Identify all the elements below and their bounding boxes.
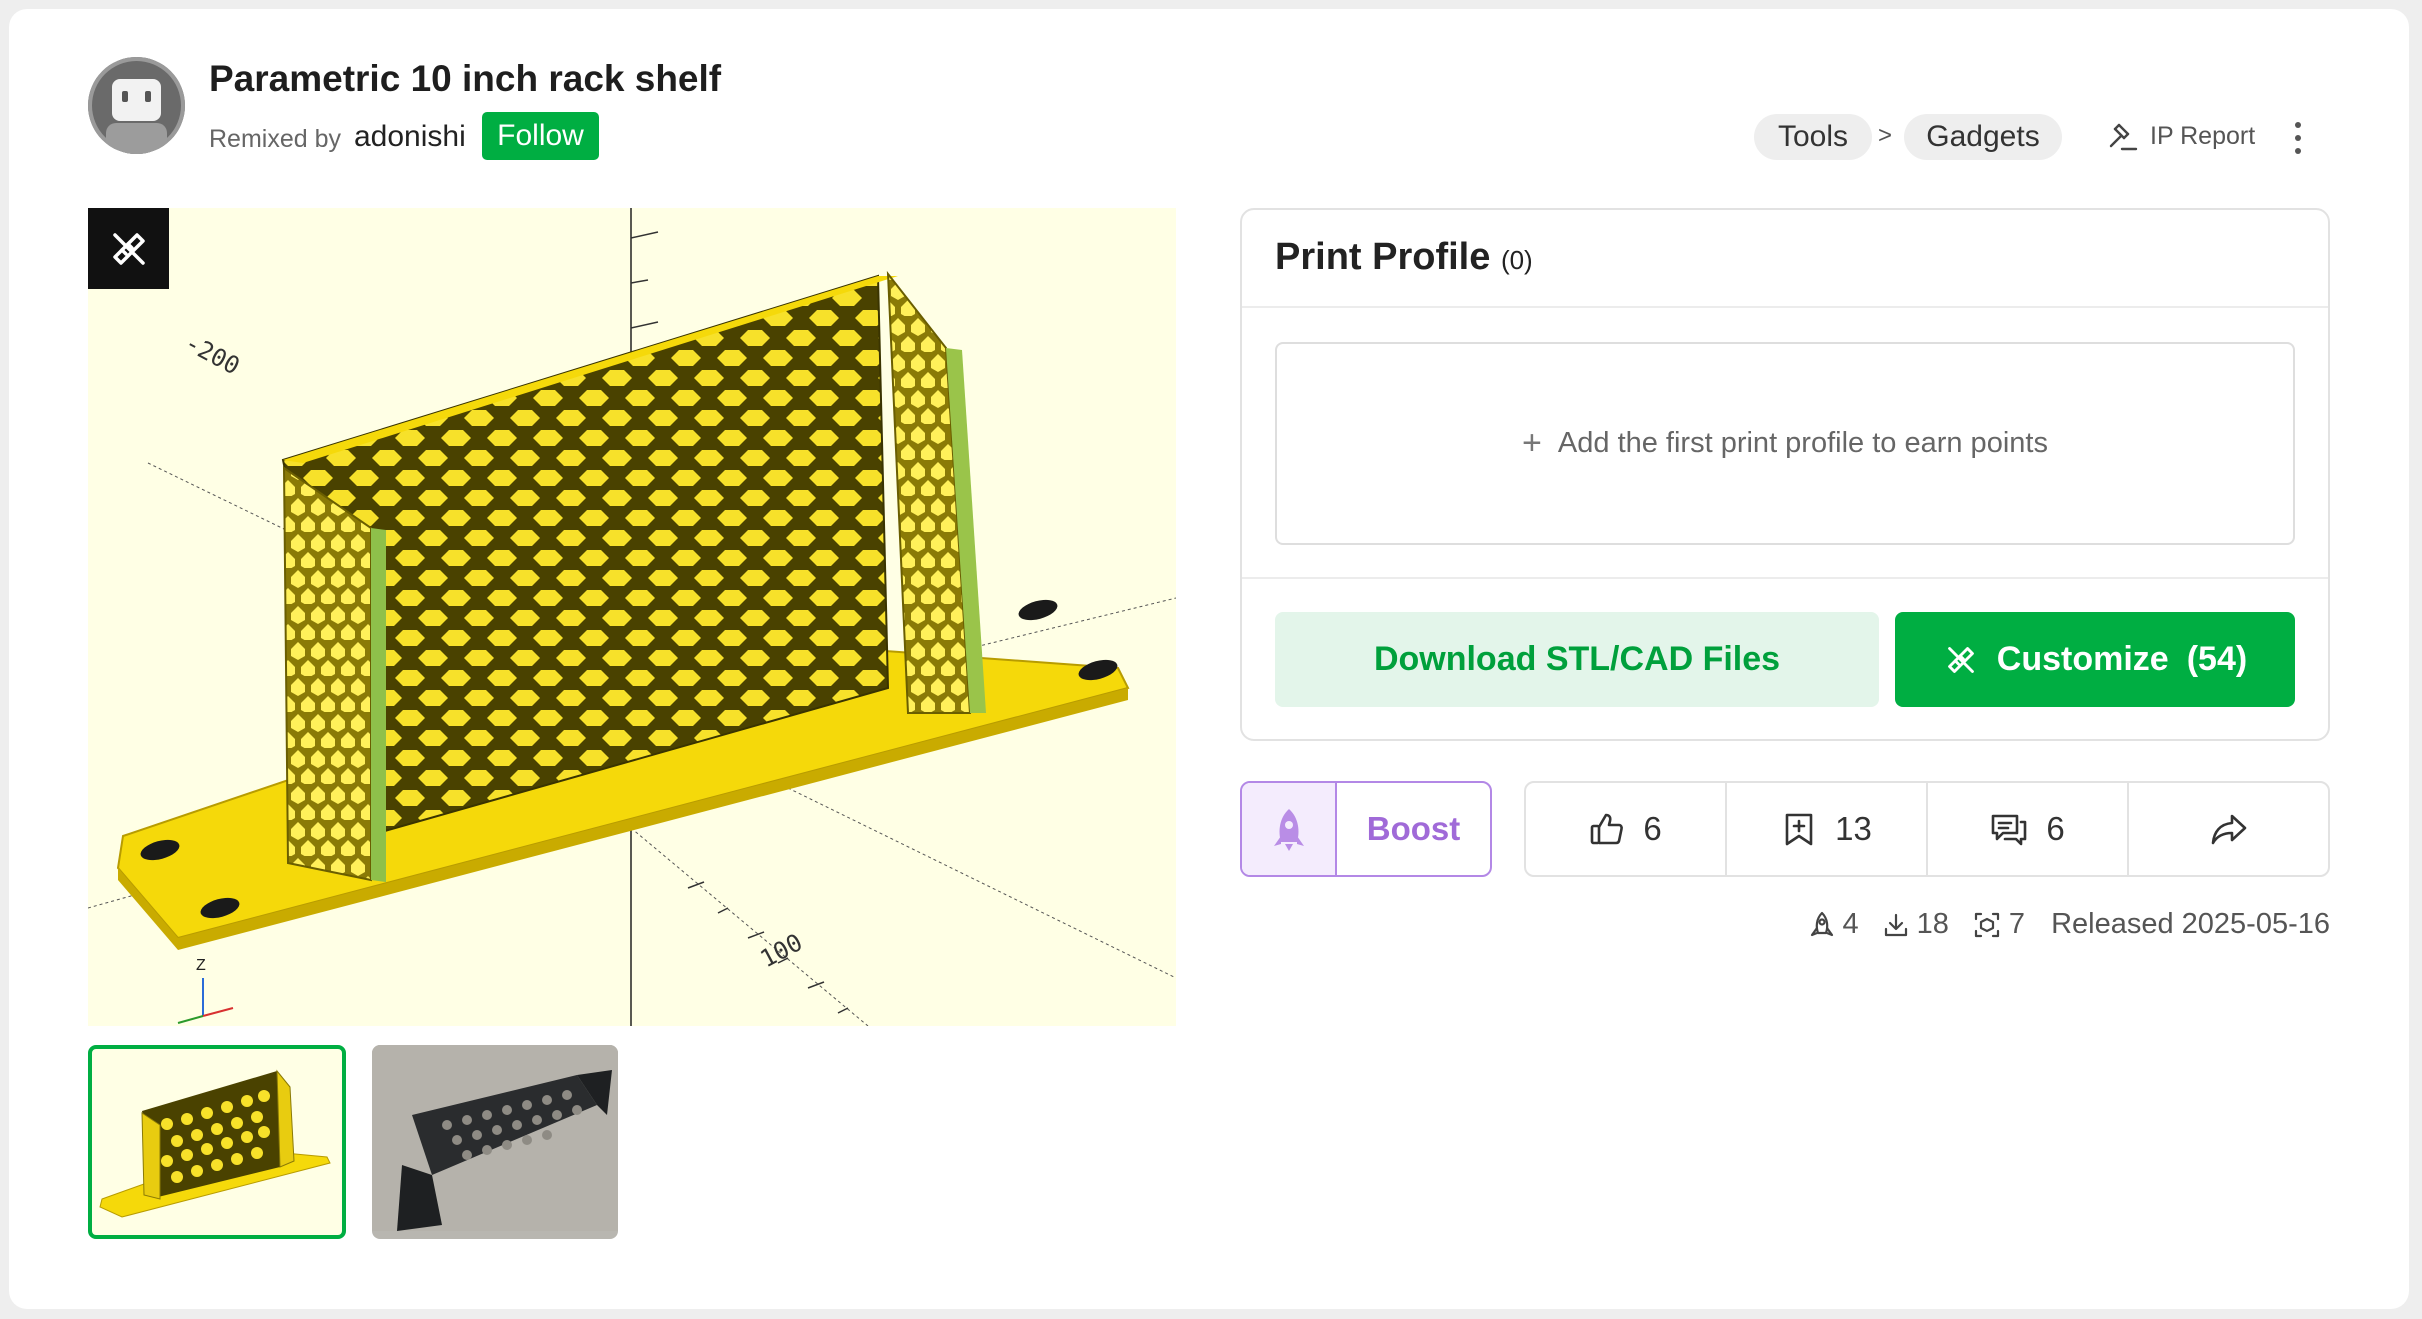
page-title: Parametric 10 inch rack shelf bbox=[209, 58, 722, 99]
boost-label: Boost bbox=[1366, 810, 1461, 847]
comment-count: 6 bbox=[2046, 810, 2065, 847]
like-button[interactable]: 6 bbox=[1526, 783, 1727, 875]
panel-divider-bottom bbox=[1242, 577, 2328, 579]
model-preview-viewer[interactable]: -200 100 Z bbox=[88, 208, 1176, 1026]
thumbnail-photo[interactable] bbox=[372, 1045, 618, 1239]
release-date: Released 2025-05-16 bbox=[2051, 908, 2330, 940]
share-button[interactable] bbox=[2129, 783, 2328, 875]
print-profile-title: Print Profile (0) bbox=[1275, 236, 1533, 279]
ruler-pencil-icon bbox=[1947, 646, 1974, 673]
breadcrumb-tools[interactable]: Tools bbox=[1754, 114, 1872, 160]
add-print-profile-button[interactable]: + Add the first print profile to earn po… bbox=[1275, 342, 2295, 545]
breadcrumb-gadgets[interactable]: Gadgets bbox=[1904, 114, 2062, 160]
author-name-link[interactable]: adonishi bbox=[354, 120, 466, 154]
plus-icon: + bbox=[1522, 424, 1542, 462]
thumbs-up-icon bbox=[1591, 813, 1624, 845]
customize-count: (54) bbox=[2186, 640, 2248, 678]
ip-report-label: IP Report bbox=[2150, 121, 2256, 150]
boost-button[interactable]: Boost bbox=[1240, 781, 1492, 877]
follow-button[interactable]: Follow bbox=[482, 112, 599, 160]
share-icon bbox=[2211, 814, 2246, 845]
bookmark-add-icon bbox=[1785, 813, 1813, 846]
boost-count: 4 bbox=[1842, 908, 1859, 940]
ip-report-button[interactable]: IP Report bbox=[2106, 120, 2255, 152]
model-meta: 4 18 7 Released 2025-05-16 bbox=[1809, 908, 2330, 941]
customizable-badge[interactable] bbox=[88, 208, 169, 289]
boost-count-meta: 4 bbox=[1809, 908, 1859, 941]
robot-icon bbox=[106, 79, 167, 154]
breadcrumb-separator: > bbox=[1878, 122, 1893, 149]
rocket-icon bbox=[1242, 783, 1337, 875]
gavel-icon bbox=[2109, 123, 2138, 151]
print-count: 7 bbox=[2008, 908, 2026, 940]
rack-shelf-render: -200 100 Z bbox=[88, 208, 1176, 1026]
collect-count: 13 bbox=[1835, 810, 1872, 847]
ruler-pencil-icon bbox=[112, 232, 145, 265]
panel-divider-top bbox=[1242, 306, 2328, 308]
thumbnail-photo-image bbox=[372, 1045, 618, 1231]
download-count: 18 bbox=[1916, 908, 1949, 940]
axis-label-top: -200 bbox=[180, 329, 244, 381]
axis-z-label: Z bbox=[196, 957, 206, 974]
print-cube-icon bbox=[1974, 912, 2000, 937]
comments-icon bbox=[1992, 814, 2027, 846]
customize-label: Customize bbox=[1996, 640, 2169, 678]
download-files-button[interactable]: Download STL/CAD Files bbox=[1275, 612, 1879, 707]
comment-button[interactable]: 6 bbox=[1928, 783, 2129, 875]
print-profile-heading: Print Profile bbox=[1275, 236, 1491, 278]
print-count-meta: 7 bbox=[1973, 908, 2025, 941]
axis-label-bottom: 100 bbox=[756, 928, 807, 973]
collect-button[interactable]: 13 bbox=[1727, 783, 1928, 875]
print-profile-count: (0) bbox=[1500, 245, 1533, 275]
thumbnail-render-image bbox=[99, 1069, 331, 1218]
download-count-meta: 18 bbox=[1883, 908, 1949, 941]
more-options-button[interactable] bbox=[2286, 118, 2310, 158]
rocket-outline-icon bbox=[1810, 911, 1833, 936]
action-stats-bar: 6 13 6 bbox=[1524, 781, 2330, 877]
thumbnail-render[interactable] bbox=[88, 1045, 346, 1239]
add-print-profile-label: Add the first print profile to earn poin… bbox=[1557, 427, 2048, 459]
author-avatar[interactable] bbox=[88, 57, 185, 154]
customize-button[interactable]: Customize (54) bbox=[1895, 612, 2295, 707]
remixed-by-label: Remixed by bbox=[209, 125, 341, 153]
like-count: 6 bbox=[1643, 810, 1662, 847]
download-icon bbox=[1884, 913, 1907, 936]
